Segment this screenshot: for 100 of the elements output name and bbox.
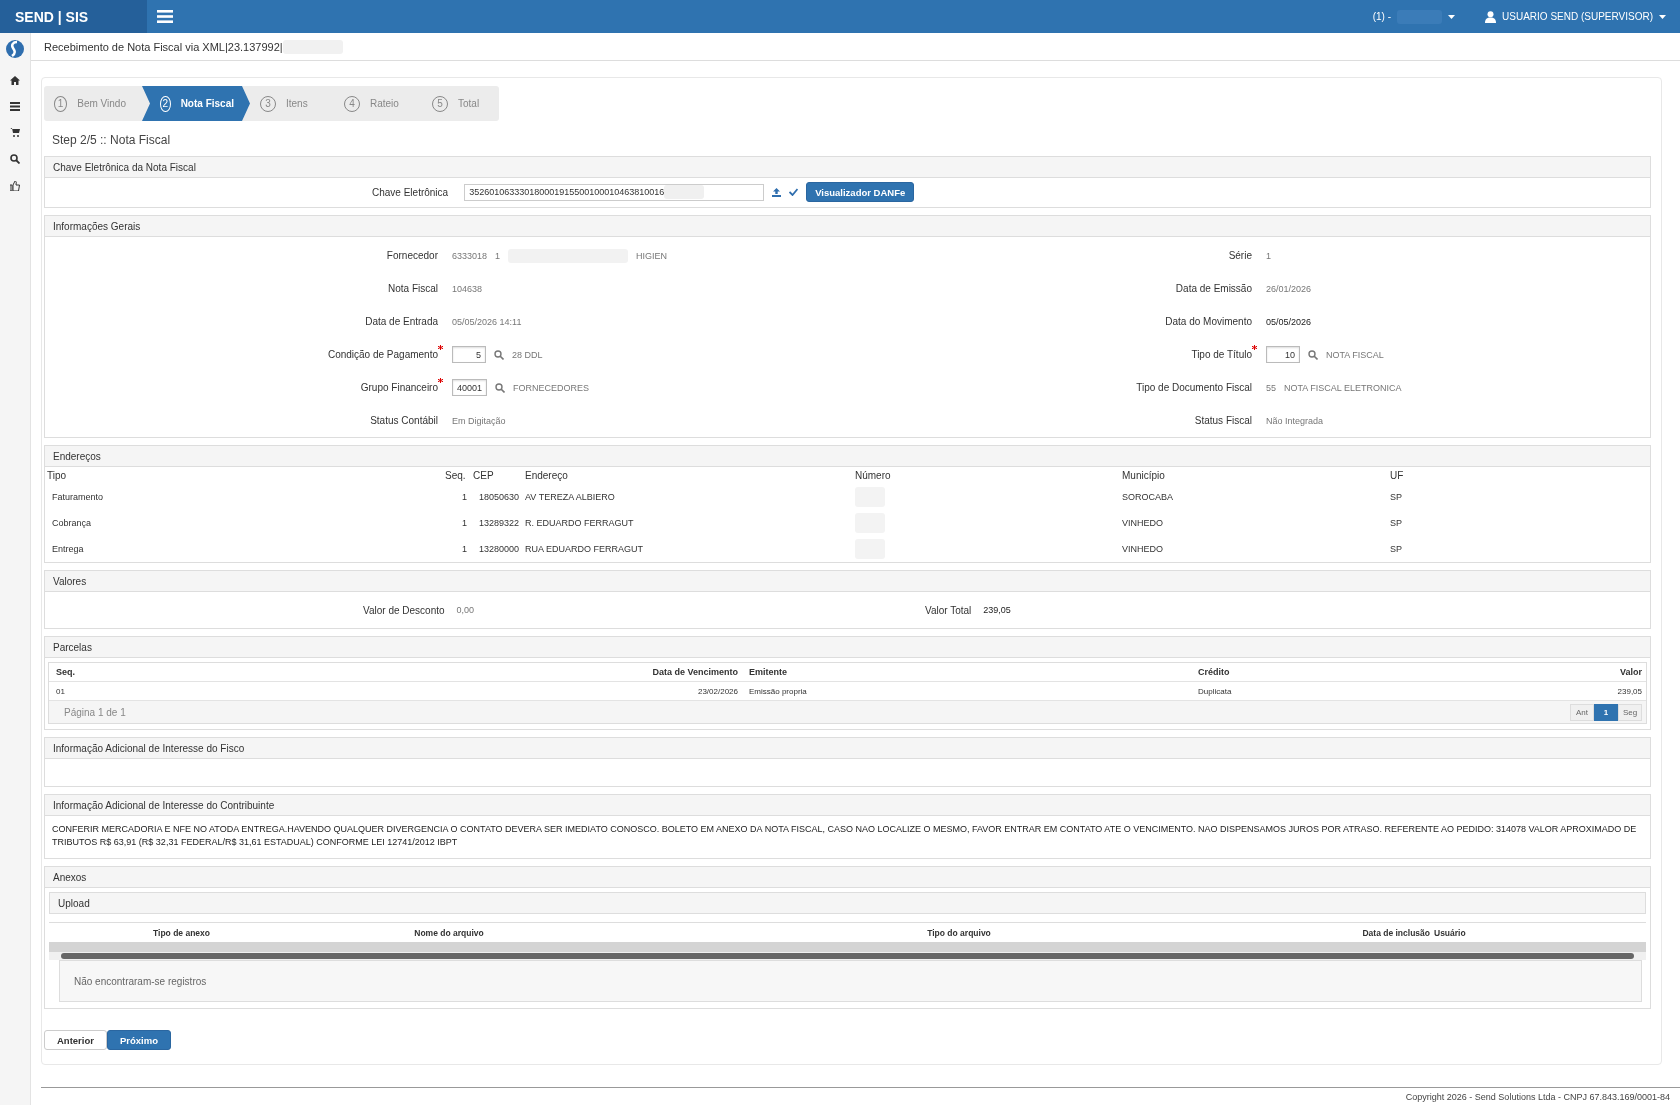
field-value: 1 [495,250,501,261]
field-value: 1 [1266,250,1271,261]
column-header: Seq. [445,470,467,481]
panel-heading: Informações Gerais [45,216,1650,237]
column-header: Usuário [1434,927,1467,938]
column-header: Crédito [1197,667,1231,677]
field-label: Valor Total [925,604,972,616]
check-icon[interactable] [789,188,799,196]
panel-heading: Parcelas [45,637,1650,658]
panel-heading: Informação Adicional de Interesse do Fisco [45,738,1650,759]
home-icon[interactable] [10,76,20,85]
field-value: FORNECEDORES [513,382,590,393]
caret-icon [1659,14,1666,19]
table-cell-text: SP [1390,518,1403,528]
empty-message: Não encontraram-se registros [74,975,207,987]
next-button[interactable]: Próximo [106,1030,171,1051]
table-cell-text: 1 [461,518,468,528]
horizontal-scrollbar[interactable] [49,952,1646,961]
table-cell-text: 18050630 [477,492,520,502]
field-value: 6333018 [452,250,488,261]
code-input[interactable]: 10 [1266,346,1300,363]
field-label: Condição de Pagamento [327,349,438,360]
redacted-block [664,185,705,199]
table-cell-text: Duplicata [1197,686,1233,696]
panel-heading: Endereços [45,446,1650,467]
upload-icon[interactable] [772,187,782,197]
panel-heading: Informação Adicional de Interesse do Contribuinte [45,795,1650,816]
field-label: Status Fiscal [1194,415,1252,426]
user-icon [1485,10,1497,23]
caret-icon [1448,14,1456,19]
field-label: Valor de Desconto [363,604,445,616]
field-label: Data de Entrada [365,316,438,327]
table-cell-text: RUA EDUARDO FERRAGUT [525,544,644,554]
field-value: Em Digitação [452,415,506,426]
column-header: Nome do arquivo [413,927,485,938]
column-header: Tipo [46,470,68,481]
column-header: Valor [1619,667,1643,677]
page-title: Recebimento de Nota Fiscal via XML|23.137992| [44,40,283,53]
field-label: Data do Movimento [1165,316,1252,327]
table-cell-text: 13280000 [477,544,520,554]
column-header: Data de inclusão [1361,927,1431,938]
wizard-step[interactable]: 1 Bem Vindo [44,86,142,121]
table-cell-text: Faturamento [51,492,105,502]
back-button[interactable]: Anterior [44,1030,107,1051]
field-label: Data de Emissão [1175,283,1252,294]
field-label: Série [1228,250,1252,261]
column-header: Município [1122,470,1166,481]
table-cell-text: Entrega [51,544,85,554]
field-label: Status Contábil [370,415,438,426]
field-value: Não Integrada [1266,415,1324,426]
logo-icon[interactable] [5,39,25,59]
field-value: NOTA FISCAL [1326,349,1384,360]
table-cell-text: 1 [461,544,468,554]
list-icon[interactable] [10,102,20,111]
search-icon[interactable] [10,154,20,164]
field-value: 26/01/2026 [1266,283,1312,294]
column-header: UF [1390,470,1405,481]
step-title: Step 2/5 :: Nota Fiscal [51,132,172,149]
brand-logo[interactable]: SEND | SIS [0,0,147,33]
column-header: Número [855,470,892,481]
cart-icon[interactable] [10,128,20,137]
additional-info-text: CONFERIR MERCADORIA E NFE NO ATODA ENTREGA.HAVENDO QUALQUER DIVERGENCIA O CONTATO DEVERA SER IMEDIATO CONOSCO. BOLETO EM ANEXO DA NOTA FISCAL, CASO NAO LOCALIZE O MESMO, FAVOR ENTRAR EM CONTATO ATE O VENCIMENTO. NAO DISPENSAMOS JUROS POR ATRASO. REFERENTE AO PEDIDO: 314078 VALOR APROXIMADO DE TRIBUTOS R$ 63,91 (R$ 32,31 FEDERAL/R$ 31,61 ESTADUAL) CONFORME LEI 12741/2012 IBPT [51,823,1638,850]
field-value: 05/05/2026 14:11 [452,316,522,327]
field-label: Tipo de Documento Fiscal [1136,382,1252,393]
field-label: Chave Eletrônica [372,186,449,198]
field-label: Nota Fiscal [388,283,438,294]
table-cell-text: R. EDUARDO FERRAGUT [525,518,635,528]
table-cell-text: AV TEREZA ALBIERO [525,492,616,502]
wizard-step[interactable]: 2 Nota Fiscal [142,86,250,121]
wizard-step[interactable]: 3 Itens [250,86,334,121]
table-cell-text: 23/02/2026 [696,686,739,696]
table-cell-text: VINHEDO [1122,544,1164,554]
wizard-step[interactable]: 5 Total [422,86,499,121]
panel-heading: Chave Eletrônica da Nota Fiscal [45,157,1650,178]
panel-heading: Valores [45,571,1650,592]
field-label: Fornecedor [386,250,438,261]
table-cell-text: 1 [461,492,468,502]
code-input[interactable]: 5 [452,346,486,363]
user-menu[interactable]: USUARIO SEND (SUPERVISOR) [1485,10,1666,23]
danfe-button[interactable]: Visualizador DANFe [806,182,915,202]
key-input[interactable]: 352601063330180001915500100010463810016 [464,183,765,201]
table-cell-text: Cobrança [51,518,93,528]
field-value: 104638 [452,283,483,294]
menu-icon[interactable] [157,10,173,23]
company-dropdown[interactable]: (1) - [1372,9,1456,24]
wizard-step[interactable]: 4 Rateio [334,86,422,121]
field-value: 05/05/2026 [1266,316,1312,327]
field-value: 239,05 [983,605,1011,615]
panel-heading: Anexos [45,867,1650,889]
column-header: Tipo do arquivo [926,927,992,938]
column-header: Tipo de anexo [152,927,211,938]
field-label: Tipo de Título [1191,349,1252,360]
pagination-button[interactable]: 1 [1594,703,1618,721]
table-cell-text: VINHEDO [1122,518,1164,528]
column-header: Seq. [55,667,76,677]
copyright-text: Copyright 2026 - Send Solutions Ltda - CNPJ 67.843.169/0001-84 [1405,1092,1670,1103]
table-cell-text: SP [1390,544,1403,554]
column-header: Endereço [525,470,569,481]
thumbs-up-icon[interactable] [10,181,20,191]
code-input[interactable]: 40001 [452,379,488,396]
